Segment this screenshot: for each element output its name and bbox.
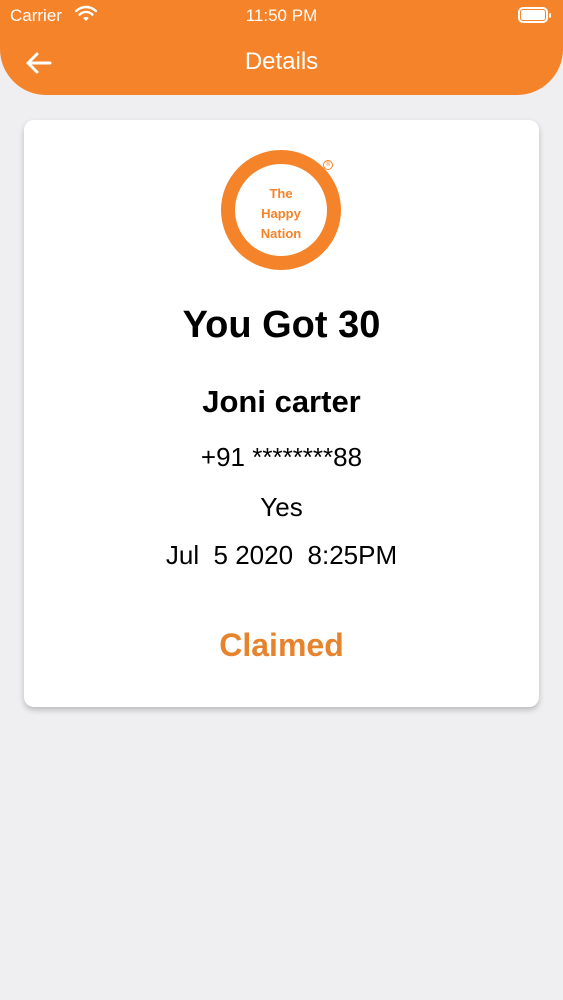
registered-mark: ® [323, 160, 333, 170]
battery-icon [518, 7, 551, 23]
claim-datetime: Jul 5 2020 8:25PM [165, 540, 398, 570]
user-name: Joni carter [202, 384, 361, 419]
logo-line-1: The [269, 186, 293, 201]
details-card: The Happy Nation ® You Got 30 Joni carte… [24, 120, 539, 707]
logo-line-3: Nation [260, 226, 302, 241]
status-bar: Carrier 11:50 PM [0, 0, 563, 32]
logo-text: The Happy Nation [235, 184, 327, 244]
logo-line-2: Happy [261, 206, 301, 221]
page-title: Details [244, 48, 319, 75]
answer-value: Yes [260, 492, 303, 522]
header-bar: Carrier 11:50 PM Details [0, 0, 563, 95]
happy-nation-logo: The Happy Nation ® [221, 150, 341, 270]
claim-status: Claimed [219, 627, 344, 663]
reward-heading: You Got 30 [182, 304, 381, 346]
status-time: 11:50 PM [245, 6, 318, 25]
user-phone: +91 ********88 [200, 442, 363, 472]
